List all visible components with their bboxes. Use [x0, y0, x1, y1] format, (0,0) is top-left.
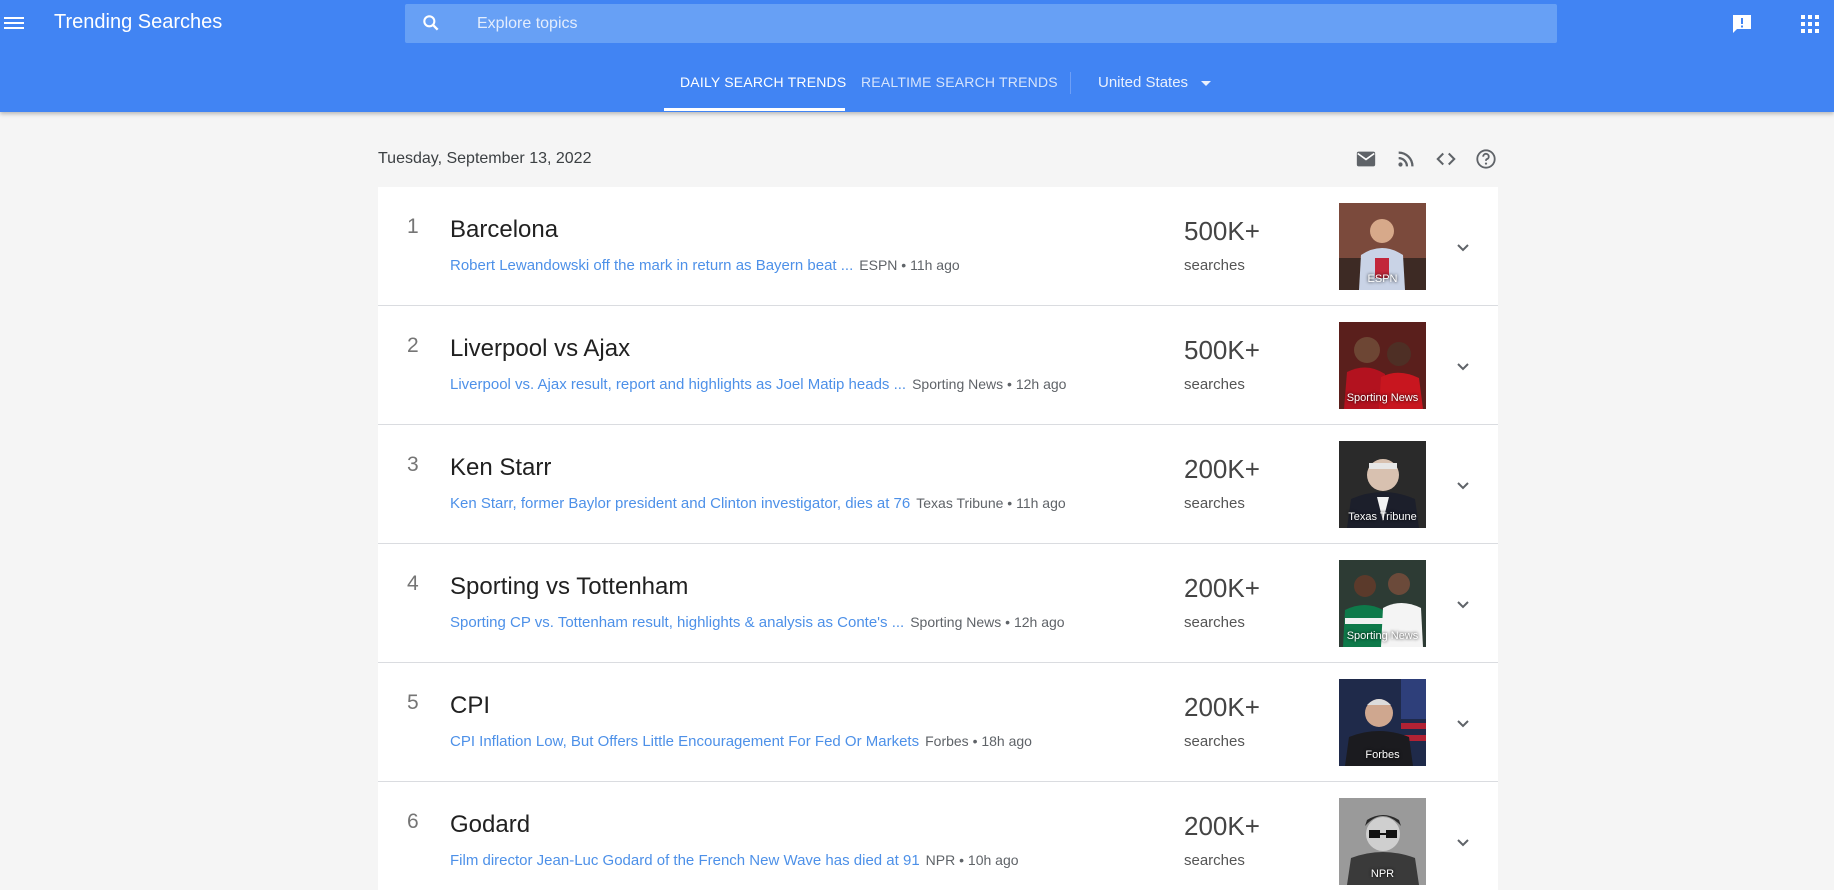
article-link[interactable]: CPI Inflation Low, But Offers Little Enc… [450, 733, 919, 750]
trend-image[interactable]: Sporting News [1339, 560, 1426, 647]
trend-title[interactable]: Godard [450, 811, 530, 839]
article-link[interactable]: Liverpool vs. Ajax result, report and hi… [450, 376, 906, 393]
trend-image[interactable]: ESPN [1339, 203, 1426, 290]
chevron-down-icon[interactable] [1451, 592, 1475, 616]
search-count: 200K+ [1184, 692, 1260, 722]
trend-rank: 4 [407, 572, 419, 595]
article-source: Texas Tribune • 11h ago [916, 495, 1066, 511]
trend-list: 1 Barcelona Robert Lewandowski off the m… [378, 187, 1498, 890]
mail-icon[interactable] [1355, 148, 1377, 170]
trend-item[interactable]: 6 Godard Film director Jean-Luc Godard o… [378, 782, 1498, 890]
article-link[interactable]: Film director Jean-Luc Godard of the Fre… [450, 852, 920, 869]
chevron-down-icon[interactable] [1451, 473, 1475, 497]
chevron-down-icon[interactable] [1451, 711, 1475, 735]
trend-item[interactable]: 2 Liverpool vs Ajax Liverpool vs. Ajax r… [378, 306, 1498, 425]
date-label: Tuesday, September 13, 2022 [378, 150, 592, 167]
trend-rank: 5 [407, 691, 419, 714]
trend-image[interactable]: Forbes [1339, 679, 1426, 766]
trend-item[interactable]: 5 CPI CPI Inflation Low, But Offers Litt… [378, 663, 1498, 782]
trend-item[interactable]: 4 Sporting vs Tottenham Sporting CP vs. … [378, 544, 1498, 663]
search-count-label: searches [1184, 733, 1245, 750]
trend-item[interactable]: 1 Barcelona Robert Lewandowski off the m… [378, 187, 1498, 306]
search-count-label: searches [1184, 257, 1245, 274]
trend-article: Film director Jean-Luc Godard of the Fre… [450, 852, 1019, 869]
article-link[interactable]: Ken Starr, former Baylor president and C… [450, 495, 910, 512]
app-header: Trending Searches DAILY SEARCH TRENDS RE… [0, 0, 1834, 112]
trend-image[interactable]: NPR [1339, 798, 1426, 885]
trend-item[interactable]: 3 Ken Starr Ken Starr, former Baylor pre… [378, 425, 1498, 544]
search-box[interactable] [405, 4, 1557, 43]
search-count: 200K+ [1184, 811, 1260, 841]
search-count: 500K+ [1184, 216, 1260, 246]
chevron-down-icon[interactable] [1451, 830, 1475, 854]
trend-article: Ken Starr, former Baylor president and C… [450, 495, 1066, 512]
trend-rank: 1 [407, 215, 419, 238]
article-source: ESPN • 11h ago [859, 257, 960, 273]
trend-image[interactable]: Sporting News [1339, 322, 1426, 409]
trend-title[interactable]: Sporting vs Tottenham [450, 573, 688, 601]
search-count-label: searches [1184, 376, 1245, 393]
search-count: 500K+ [1184, 335, 1260, 365]
trend-title[interactable]: Barcelona [450, 216, 558, 244]
article-source: Forbes • 18h ago [925, 733, 1032, 749]
search-count: 200K+ [1184, 573, 1260, 603]
article-source: Sporting News • 12h ago [912, 376, 1067, 392]
trend-rank: 3 [407, 453, 419, 476]
trend-rank: 6 [407, 810, 419, 833]
search-count-label: searches [1184, 495, 1245, 512]
tab-daily-search-trends[interactable]: DAILY SEARCH TRENDS [680, 74, 846, 90]
app-title[interactable]: Trending Searches [54, 11, 222, 34]
embed-code-icon[interactable] [1435, 148, 1457, 170]
article-source: NPR • 10h ago [925, 852, 1019, 868]
rss-icon[interactable] [1395, 148, 1417, 170]
caret-down-icon[interactable] [1201, 81, 1211, 86]
feedback-icon[interactable] [1730, 12, 1754, 36]
trend-article: Sporting CP vs. Tottenham result, highli… [450, 614, 1065, 631]
trend-article: Liverpool vs. Ajax result, report and hi… [450, 376, 1066, 393]
chevron-down-icon[interactable] [1451, 235, 1475, 259]
search-count-label: searches [1184, 852, 1245, 869]
apps-grid-icon[interactable] [1798, 12, 1822, 36]
image-caption: Sporting News [1346, 392, 1419, 404]
image-caption: Forbes [1365, 749, 1400, 761]
image-caption: NPR [1370, 868, 1395, 880]
geo-select[interactable]: United States [1098, 74, 1188, 91]
trend-title[interactable]: CPI [450, 692, 490, 720]
trend-article: Robert Lewandowski off the mark in retur… [450, 257, 960, 274]
tab-divider [1070, 72, 1071, 94]
trend-article: CPI Inflation Low, But Offers Little Enc… [450, 733, 1032, 750]
trend-title[interactable]: Ken Starr [450, 454, 551, 482]
active-tab-indicator [664, 108, 845, 111]
image-caption: Texas Tribune [1348, 511, 1417, 523]
trend-rank: 2 [407, 334, 419, 357]
image-caption: ESPN [1367, 273, 1398, 285]
image-caption: Sporting News [1346, 630, 1419, 642]
search-count: 200K+ [1184, 454, 1260, 484]
article-source: Sporting News • 12h ago [910, 614, 1065, 630]
search-input[interactable] [477, 4, 1537, 43]
tab-realtime-search-trends[interactable]: REALTIME SEARCH TRENDS [861, 74, 1058, 90]
help-icon[interactable] [1475, 148, 1497, 170]
menu-icon[interactable] [4, 14, 24, 34]
search-count-label: searches [1184, 614, 1245, 631]
trend-title[interactable]: Liverpool vs Ajax [450, 335, 630, 363]
trend-image[interactable]: Texas Tribune [1339, 441, 1426, 528]
chevron-down-icon[interactable] [1451, 354, 1475, 378]
search-icon [423, 15, 439, 31]
article-link[interactable]: Sporting CP vs. Tottenham result, highli… [450, 614, 904, 631]
article-link[interactable]: Robert Lewandowski off the mark in retur… [450, 257, 853, 274]
